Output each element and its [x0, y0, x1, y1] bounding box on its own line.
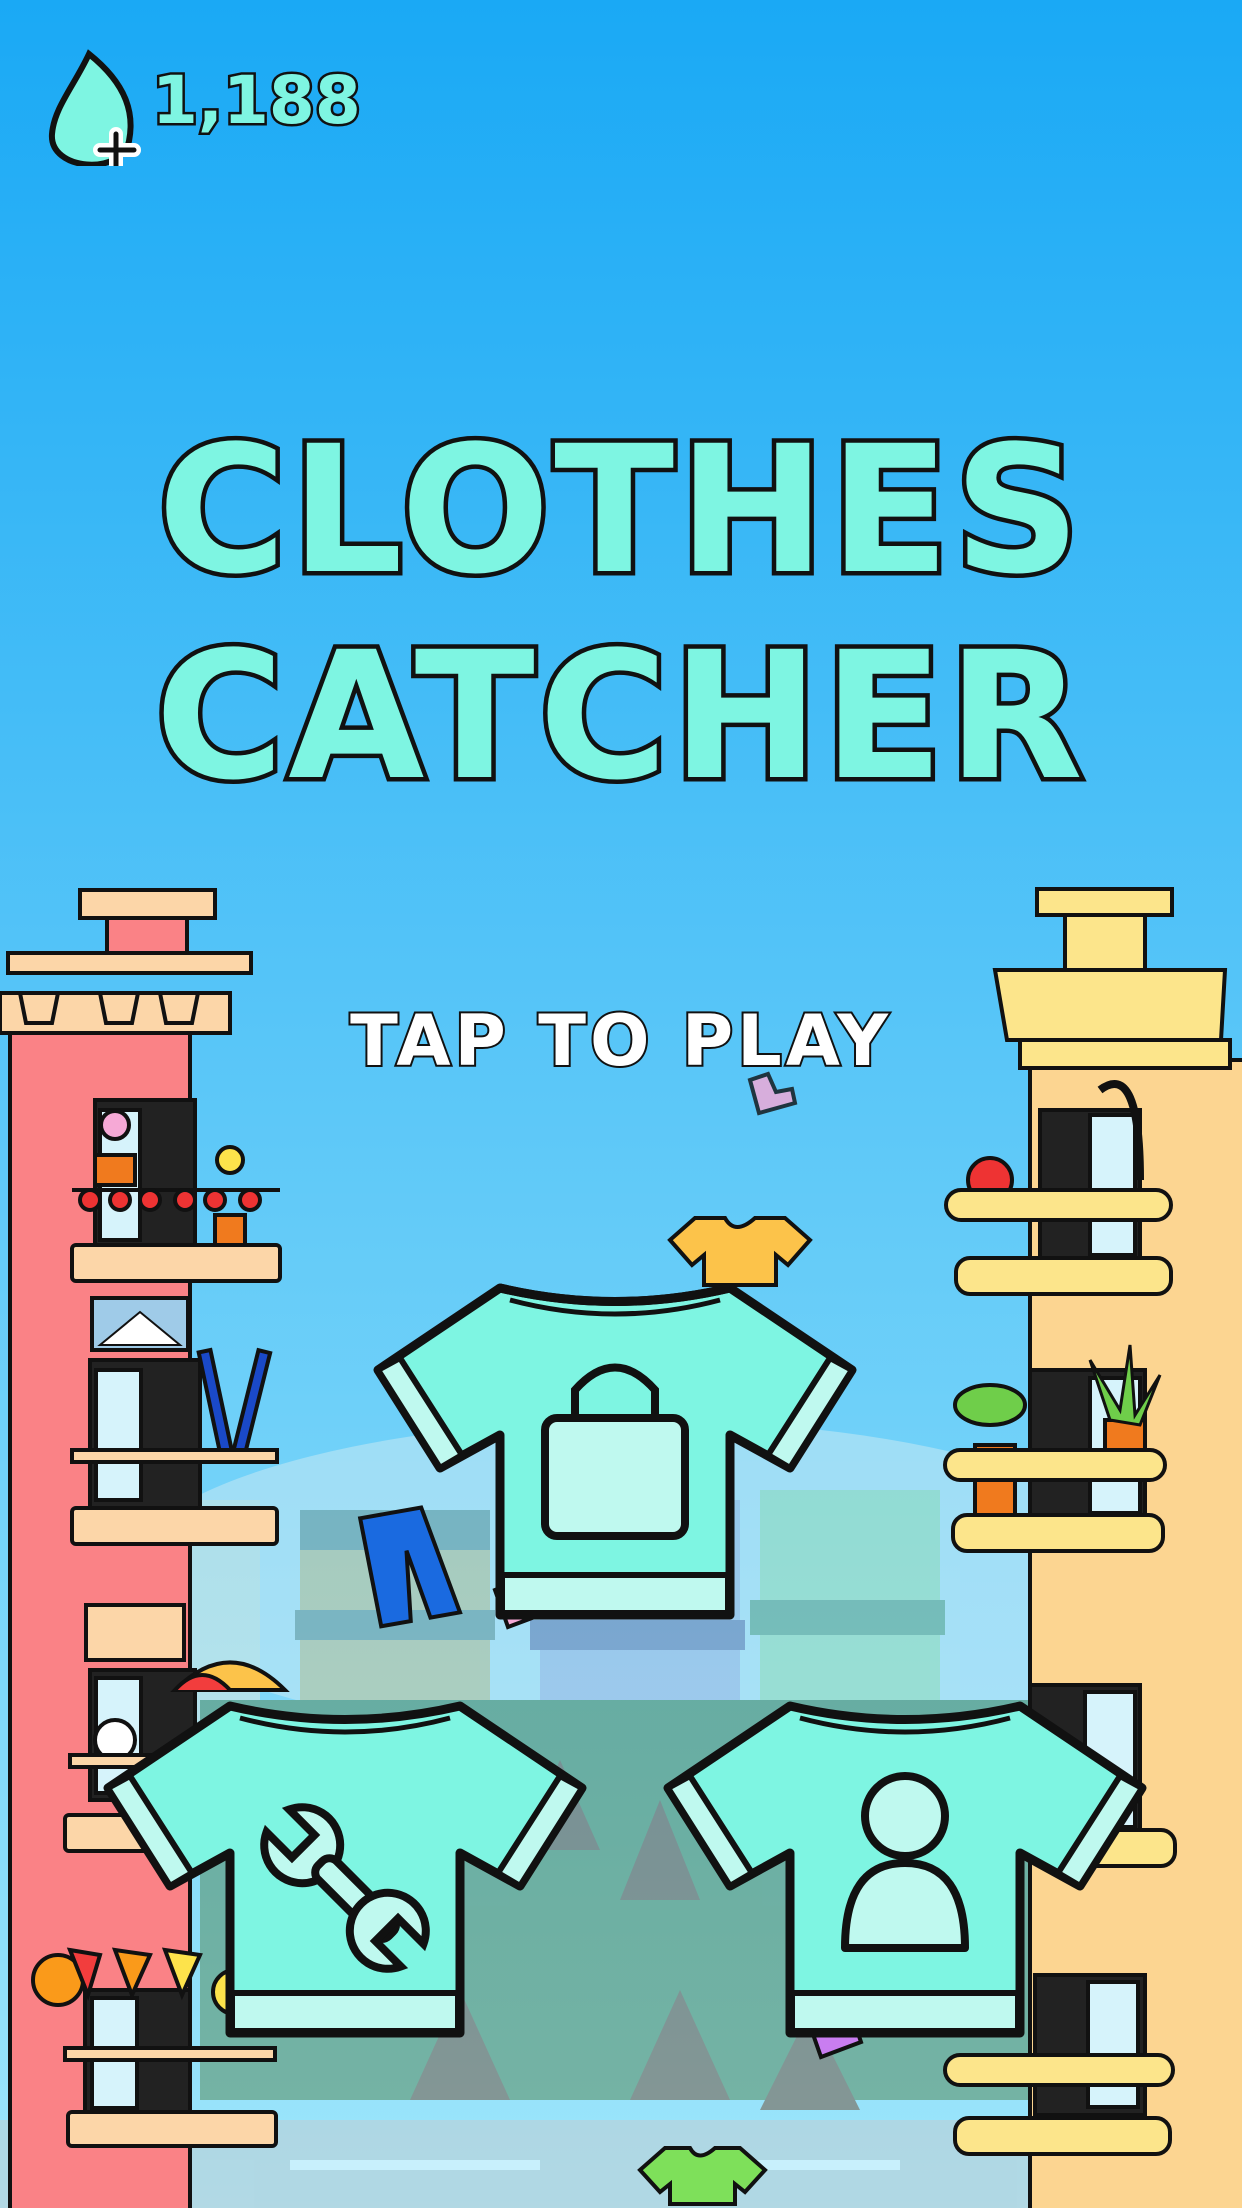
settings-button[interactable] — [100, 1688, 590, 2048]
profile-button[interactable] — [660, 1688, 1150, 2048]
tap-to-play-prompt[interactable]: TAP TO PLAY — [0, 998, 1242, 1084]
shop-button[interactable] — [370, 1270, 860, 1630]
droplet-plus-icon — [48, 49, 141, 166]
game-title-line1: CLOTHES — [153, 404, 1085, 618]
game-scene[interactable]: 1,188 CLOTHES CATCHER TAP TO PLAY — [0, 0, 1242, 2208]
game-title-line2: CATCHER — [151, 610, 1088, 824]
currency-amount: 1,188 — [150, 60, 364, 142]
